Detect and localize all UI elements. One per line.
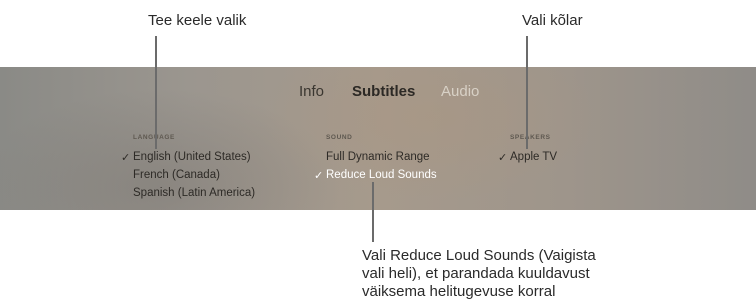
language-option-spanish[interactable]: Spanish (Latin America) <box>133 187 255 199</box>
tab-audio[interactable]: Audio <box>441 83 479 100</box>
language-option-french[interactable]: French (Canada) <box>133 169 220 181</box>
leader-line-reduce <box>372 182 374 242</box>
callout-language: Tee keele valik <box>148 12 247 29</box>
tab-bar: Info Subtitles Audio <box>0 83 756 103</box>
tab-subtitles[interactable]: Subtitles <box>352 83 415 100</box>
check-icon: ✓ <box>314 170 324 182</box>
language-option-english[interactable]: English (United States) <box>133 151 251 163</box>
callout-reduce-loud-sounds: Vali Reduce Loud Sounds (Vaigista vali h… <box>362 247 596 300</box>
tab-info[interactable]: Info <box>299 83 324 100</box>
sound-header: SOUND <box>326 134 353 141</box>
speakers-header: SPEAKERS <box>510 134 551 141</box>
screen: Tee keele valik Vali kõlar Vali Reduce L… <box>0 0 756 305</box>
leader-line-language <box>155 36 157 149</box>
check-icon: ✓ <box>121 152 131 164</box>
sound-option-reduce-loud-sounds[interactable]: Reduce Loud Sounds <box>326 169 437 181</box>
check-icon: ✓ <box>498 152 508 164</box>
callout-speakers: Vali kõlar <box>522 12 583 29</box>
sound-option-full-dynamic-range[interactable]: Full Dynamic Range <box>326 151 430 163</box>
leader-line-speakers <box>526 36 528 149</box>
language-header: LANGUAGE <box>133 134 175 141</box>
audio-settings-panel: Info Subtitles Audio LANGUAGE ✓ English … <box>0 67 756 210</box>
speakers-option-apple-tv[interactable]: Apple TV <box>510 151 557 163</box>
